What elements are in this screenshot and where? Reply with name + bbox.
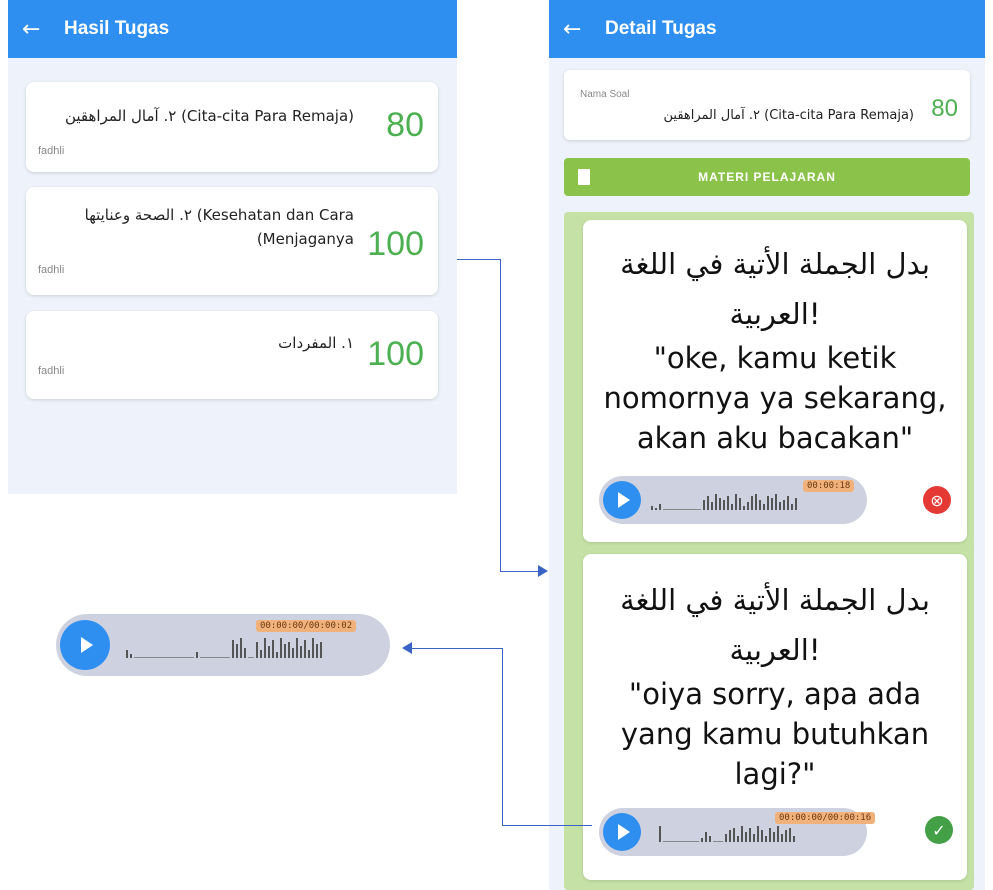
nama-soal-label: Nama Soal <box>580 89 630 100</box>
audio-waveform[interactable] <box>659 822 859 842</box>
question-arabic-line: بدل الجملة الأتية في اللغة <box>620 583 930 617</box>
correct-status-icon: ✓ <box>925 816 953 844</box>
student-name: fadhli <box>38 145 65 157</box>
book-icon <box>578 169 590 185</box>
result-card[interactable]: ١. المفردات 100 fadhli <box>26 311 438 399</box>
wrong-status-icon: ⊗ <box>923 486 951 514</box>
assignment-score: 80 <box>931 95 958 122</box>
screen-title: Detail Tugas <box>605 18 717 39</box>
hasil-tugas-screen: ← Hasil Tugas ٢. آمال المراهقين (Cita-ci… <box>8 0 457 494</box>
question-arabic-line: العربية! <box>729 297 821 331</box>
zoomed-audio-player: 00:00:00/00:00:02 <box>56 614 390 676</box>
assignment-score: 100 <box>367 335 424 373</box>
connector-line <box>502 648 503 826</box>
question-text-line: nomornya ya sekarang, <box>603 381 947 415</box>
play-button[interactable] <box>603 481 641 519</box>
question-arabic-line: بدل الجملة الأتية في اللغة <box>620 247 930 281</box>
audio-waveform[interactable] <box>651 490 861 510</box>
audio-waveform[interactable] <box>126 634 382 658</box>
screen-title: Hasil Tugas <box>64 18 170 39</box>
audio-player: 00:00:18 <box>599 476 867 524</box>
assignment-score: 100 <box>367 225 424 263</box>
connector-line <box>457 259 501 260</box>
audio-player: 00:00:00/00:00:16 <box>599 808 876 856</box>
audio-time: 00:00:00/00:00:02 <box>256 620 357 632</box>
play-button[interactable] <box>60 620 110 670</box>
materi-label: MATERI PELAJARAN <box>698 170 836 184</box>
question-text-line: akan aku bacakan" <box>636 421 914 455</box>
connector-line <box>500 259 501 572</box>
app-bar: ← Detail Tugas <box>549 0 985 58</box>
question-card: بدل الجملة الأتية في اللغة العربية! "oke… <box>583 220 967 542</box>
result-card[interactable]: ٢. آمال المراهقين (Cita-cita Para Remaja… <box>26 82 438 172</box>
question-text-line: "oiya sorry, apa ada <box>628 677 922 711</box>
assignment-name: ١. المفردات <box>278 334 354 352</box>
student-name: fadhli <box>38 264 65 276</box>
assignment-name: ٢. الصحة وعنايتها (Kesehatan dan Cara (M… <box>84 206 354 248</box>
question-arabic-line: العربية! <box>729 633 821 667</box>
connector-line <box>502 825 592 826</box>
connector-line <box>500 571 538 572</box>
back-arrow-icon[interactable]: ← <box>563 17 593 42</box>
play-icon <box>618 824 630 840</box>
question-card: بدل الجملة الأتية في اللغة العربية! "oiy… <box>583 554 967 880</box>
question-text-line: yang kamu butuhkan <box>620 717 930 751</box>
assignment-name: ٢. آمال المراهقين (Cita-cita Para Remaja… <box>64 107 354 125</box>
materi-pelajaran-button[interactable]: MATERI PELAJARAN <box>564 158 970 196</box>
detail-tugas-screen: ← Detail Tugas Nama Soal ٢. آمال المراهق… <box>549 0 985 890</box>
question-text-line: lagi?" <box>734 757 816 791</box>
nama-soal-value: ٢. آمال المراهقين (Cita-cita Para Remaja… <box>663 108 915 123</box>
student-name: fadhli <box>38 365 65 377</box>
audio-time: 00:00:00/00:00:16 <box>775 812 876 824</box>
play-button[interactable] <box>603 813 641 851</box>
arrow-right-icon <box>538 565 548 577</box>
connector-line <box>412 648 503 649</box>
arrow-left-icon <box>402 642 412 654</box>
assignment-info-card: Nama Soal ٢. آمال المراهقين (Cita-cita P… <box>564 70 970 140</box>
result-card[interactable]: ٢. الصحة وعنايتها (Kesehatan dan Cara (M… <box>26 187 438 295</box>
play-icon <box>81 637 93 653</box>
assignment-score: 80 <box>386 106 424 144</box>
audio-time: 00:00:18 <box>803 480 855 492</box>
back-arrow-icon[interactable]: ← <box>22 17 52 42</box>
question-text-line: "oke, kamu ketik <box>653 341 897 375</box>
play-icon <box>618 492 630 508</box>
app-bar: ← Hasil Tugas <box>8 0 457 58</box>
